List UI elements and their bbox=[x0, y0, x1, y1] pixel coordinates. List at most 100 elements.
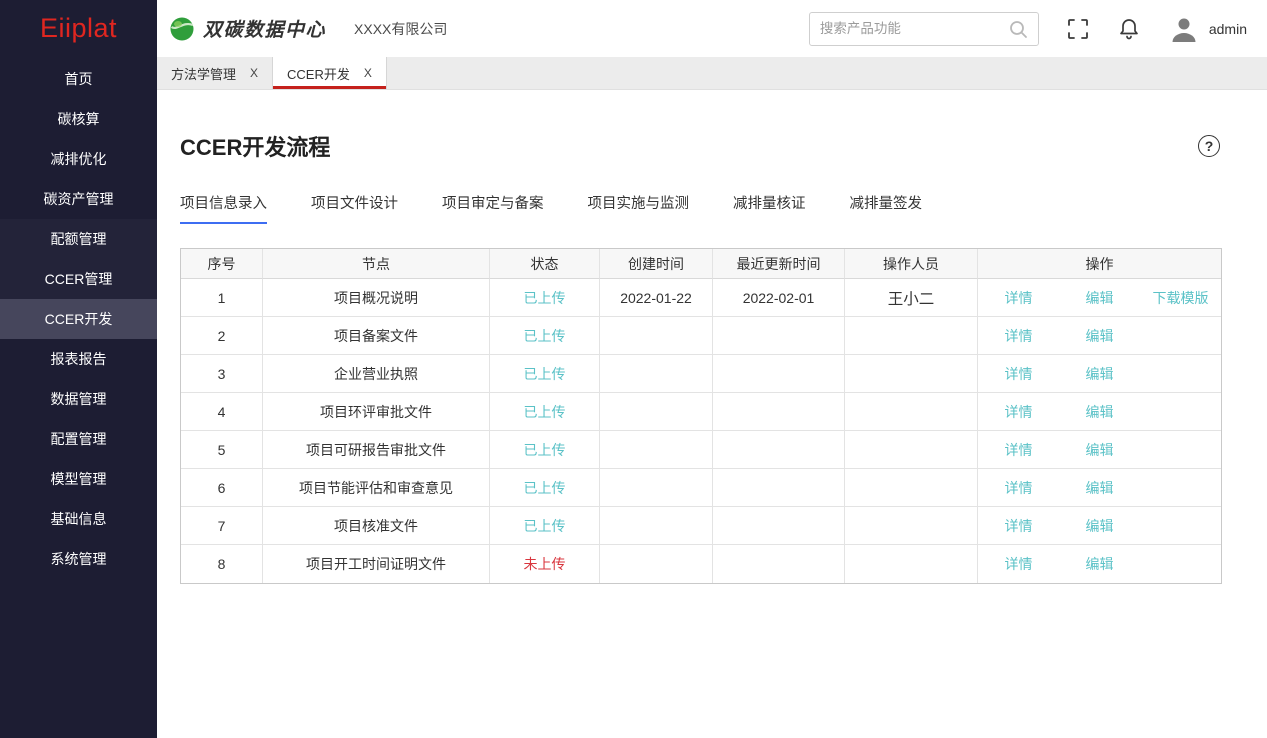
sidebar-menu: 首页 碳核算 减排优化 碳资产管理 配额管理 CC bbox=[0, 59, 157, 579]
sidebar-item[interactable]: 碳资产管理 bbox=[0, 179, 157, 219]
table-header-cell: 序号 bbox=[181, 249, 263, 279]
cell-status: 已上传 bbox=[490, 317, 600, 355]
table-header-cell: 操作人员 bbox=[845, 249, 978, 279]
cell-index: 3 bbox=[181, 355, 263, 393]
cell-index: 5 bbox=[181, 431, 263, 469]
avatar-icon[interactable] bbox=[1169, 14, 1199, 44]
content-area: 双碳数据中心 XXXX有限公司 bbox=[157, 0, 1267, 738]
table-row: 2 项目备案文件 已上传 详情 编辑 bbox=[181, 317, 1221, 355]
sidebar-item[interactable]: 模型管理 bbox=[0, 459, 157, 499]
cell-status: 已上传 bbox=[490, 507, 600, 545]
sidebar-item-label: 配置管理 bbox=[51, 431, 107, 447]
table-row: 6 项目节能评估和审查意见 已上传 详情 编辑 bbox=[181, 469, 1221, 507]
detail-link[interactable]: 详情 bbox=[978, 288, 1059, 308]
sidebar-item[interactable]: CCER管理 bbox=[0, 259, 157, 299]
cell-actions: 详情 编辑 bbox=[978, 355, 1221, 393]
table-header-cell: 操作 bbox=[978, 249, 1221, 279]
edit-link[interactable]: 编辑 bbox=[1059, 364, 1140, 384]
sidebar-item[interactable]: CCER开发 bbox=[0, 299, 157, 339]
tab-bar: 方法学管理 X CCER开发 X bbox=[157, 57, 1267, 90]
sidebar-item-label: CCER管理 bbox=[45, 271, 113, 287]
sidebar-item[interactable]: 报表报告 bbox=[0, 339, 157, 379]
cell-status: 已上传 bbox=[490, 393, 600, 431]
edit-link[interactable]: 编辑 bbox=[1059, 478, 1140, 498]
page-head: CCER开发流程 ? bbox=[180, 130, 1220, 162]
sidebar-item[interactable]: 碳核算 bbox=[0, 99, 157, 139]
cell-index: 1 bbox=[181, 279, 263, 317]
table-body: 1 项目概况说明 已上传 2022-01-22 2022-02-01 王小二 详… bbox=[181, 279, 1221, 583]
top-bar: 双碳数据中心 XXXX有限公司 bbox=[157, 0, 1267, 57]
brand-globe-icon bbox=[169, 16, 195, 42]
page-title: CCER开发流程 bbox=[180, 130, 330, 162]
sidebar-item-label: 配额管理 bbox=[51, 231, 107, 247]
step-tab[interactable]: 减排量核证 bbox=[733, 192, 806, 224]
step-tab[interactable]: 项目信息录入 bbox=[180, 192, 267, 224]
cell-status: 已上传 bbox=[490, 355, 600, 393]
cell-updated-time: 2022-02-01 bbox=[713, 279, 845, 317]
detail-link[interactable]: 详情 bbox=[978, 326, 1059, 346]
detail-link[interactable]: 详情 bbox=[978, 402, 1059, 422]
sidebar-item[interactable]: 基础信息 bbox=[0, 499, 157, 539]
sidebar: Eiiplat 首页 碳核算 减排优化 碳资产管理 bbox=[0, 0, 157, 738]
edit-link[interactable]: 编辑 bbox=[1059, 554, 1140, 574]
step-tab[interactable]: 项目文件设计 bbox=[311, 192, 398, 224]
sidebar-item-label: 碳资产管理 bbox=[44, 191, 114, 207]
cell-updated-time bbox=[713, 431, 845, 469]
cell-status: 已上传 bbox=[490, 279, 600, 317]
cell-index: 4 bbox=[181, 393, 263, 431]
detail-link[interactable]: 详情 bbox=[978, 478, 1059, 498]
tab-close-icon[interactable]: X bbox=[364, 66, 372, 80]
search-input[interactable] bbox=[820, 21, 1008, 36]
detail-link[interactable]: 详情 bbox=[978, 554, 1059, 574]
cell-operator bbox=[845, 393, 978, 431]
detail-link[interactable]: 详情 bbox=[978, 364, 1059, 384]
step-tab-label: 项目信息录入 bbox=[180, 196, 267, 212]
table-header-cell: 节点 bbox=[263, 249, 490, 279]
sidebar-item[interactable]: 配置管理 bbox=[0, 419, 157, 459]
search-icon[interactable] bbox=[1008, 19, 1028, 39]
cell-updated-time bbox=[713, 545, 845, 583]
document-tab[interactable]: CCER开发 X bbox=[273, 57, 387, 89]
tab-close-icon[interactable]: X bbox=[250, 66, 258, 80]
cell-index: 2 bbox=[181, 317, 263, 355]
cell-node: 项目开工时间证明文件 bbox=[263, 545, 490, 583]
step-tab[interactable]: 减排量签发 bbox=[850, 192, 923, 224]
edit-link[interactable]: 编辑 bbox=[1059, 402, 1140, 422]
detail-link[interactable]: 详情 bbox=[978, 516, 1059, 536]
sidebar-item[interactable]: 系统管理 bbox=[0, 539, 157, 579]
cell-node: 项目节能评估和审查意见 bbox=[263, 469, 490, 507]
tab-label: 方法学管理 bbox=[171, 64, 236, 83]
sidebar-item[interactable]: 首页 bbox=[0, 59, 157, 99]
edit-link[interactable]: 编辑 bbox=[1059, 440, 1140, 460]
step-tab[interactable]: 项目实施与监测 bbox=[588, 192, 690, 224]
process-step-tabs: 项目信息录入 项目文件设计 项目审定与备案 项目实施与监测 bbox=[180, 192, 1220, 224]
sidebar-item-label: 模型管理 bbox=[51, 471, 107, 487]
search-box[interactable] bbox=[809, 12, 1039, 46]
sidebar-item-label: 报表报告 bbox=[51, 351, 107, 367]
download-template-link[interactable]: 下载模版 bbox=[1140, 288, 1221, 308]
nodes-table: 序号 节点 状态 创建时间 最近更新时间 操作人员 操作 bbox=[180, 248, 1222, 584]
cell-node: 企业营业执照 bbox=[263, 355, 490, 393]
sidebar-item[interactable]: 数据管理 bbox=[0, 379, 157, 419]
fullscreen-icon[interactable] bbox=[1067, 18, 1089, 40]
help-icon[interactable]: ? bbox=[1198, 135, 1220, 157]
edit-link[interactable]: 编辑 bbox=[1059, 326, 1140, 346]
cell-operator bbox=[845, 545, 978, 583]
step-tab[interactable]: 项目审定与备案 bbox=[442, 192, 544, 224]
detail-link[interactable]: 详情 bbox=[978, 440, 1059, 460]
cell-created-time bbox=[600, 317, 713, 355]
notification-bell-icon[interactable] bbox=[1117, 17, 1141, 41]
cell-status: 已上传 bbox=[490, 469, 600, 507]
document-tab[interactable]: 方法学管理 X bbox=[157, 57, 273, 89]
edit-link[interactable]: 编辑 bbox=[1059, 288, 1140, 308]
sidebar-item[interactable]: 减排优化 bbox=[0, 139, 157, 179]
table-header-cell: 状态 bbox=[490, 249, 600, 279]
sidebar-item[interactable]: 配额管理 bbox=[0, 219, 157, 259]
user-menu[interactable]: admin bbox=[1169, 14, 1247, 44]
edit-link[interactable]: 编辑 bbox=[1059, 516, 1140, 536]
cell-index: 8 bbox=[181, 545, 263, 583]
cell-operator bbox=[845, 507, 978, 545]
table-header-cell: 最近更新时间 bbox=[713, 249, 845, 279]
table-row: 8 项目开工时间证明文件 未上传 详情 编辑 bbox=[181, 545, 1221, 583]
cell-actions: 详情 编辑 下载模版 bbox=[978, 279, 1221, 317]
